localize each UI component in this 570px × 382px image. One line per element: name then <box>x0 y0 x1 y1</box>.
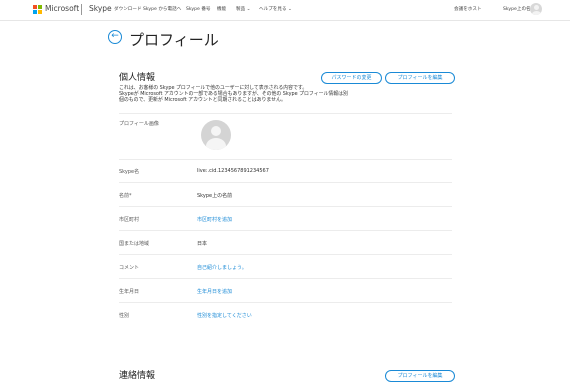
personal-info-heading: 個人情報 <box>119 73 156 83</box>
row-divider <box>119 230 452 231</box>
skype-name-label: Skype名 <box>119 169 140 175</box>
row-divider <box>119 302 452 303</box>
row-divider <box>119 254 452 255</box>
brand-separator <box>81 4 82 15</box>
edit-profile-button[interactable]: プロフィールを編集 <box>385 72 455 84</box>
add-birthday-link[interactable]: 生年月日を追加 <box>197 288 232 295</box>
row-divider <box>119 159 452 160</box>
skype-brand[interactable]: Skype <box>89 4 112 13</box>
host-meeting-link[interactable]: 会議をホスト <box>454 6 482 12</box>
row-divider <box>119 182 452 183</box>
nav-features[interactable]: 機能 <box>217 6 226 12</box>
nav-products[interactable]: 製品 ⌄ <box>236 6 251 12</box>
skype-name-value: live:.cid.1234567891234567 <box>197 168 269 174</box>
birthday-label: 生年月日 <box>119 289 140 295</box>
contact-info-heading: 連絡情報 <box>119 371 156 381</box>
add-city-link[interactable]: 市区町村を追加 <box>197 216 232 223</box>
nav-skype-number[interactable]: Skype 番号 <box>186 6 211 12</box>
name-label: 名前* <box>119 193 132 199</box>
top-navigation-bar: Microsoft Skype ダウンロード Skype から電話へ Skype… <box>0 0 570 21</box>
nav-skype-to-phone[interactable]: Skype から電話へ <box>143 6 181 12</box>
description-line: 個のもので、更新が Microsoft アカウントと同期されることはありません。 <box>119 97 286 104</box>
name-value: Skype上の名前 <box>197 193 233 199</box>
profile-picture-label: プロフィール画像 <box>119 121 159 127</box>
change-password-button[interactable]: パスワードの変更 <box>321 72 382 84</box>
country-value: 日本 <box>197 241 208 247</box>
city-label: 市区町村 <box>119 217 140 223</box>
account-avatar-icon[interactable] <box>530 3 542 15</box>
add-comment-link[interactable]: 自己紹介しましょう。 <box>197 264 247 271</box>
profile-picture-avatar-icon[interactable] <box>201 120 231 150</box>
microsoft-logo-icon[interactable] <box>33 5 42 14</box>
back-arrow-icon[interactable]: ← <box>108 30 122 44</box>
nav-help[interactable]: ヘルプを見る ⌄ <box>259 6 292 12</box>
personal-info-description: これは、お客様の Skype プロフィールで他のユーザーに対して表示される内容で… <box>119 85 459 104</box>
row-divider <box>119 206 452 207</box>
page-title: プロフィール <box>129 31 219 49</box>
gender-label: 性別 <box>119 313 130 319</box>
nav-download[interactable]: ダウンロード <box>114 6 142 12</box>
contact-edit-profile-button[interactable]: プロフィールを編集 <box>385 370 455 382</box>
comment-label: コメント <box>119 265 140 271</box>
microsoft-brand[interactable]: Microsoft <box>45 4 79 13</box>
specify-gender-link[interactable]: 性別を指定してください <box>197 312 252 319</box>
row-divider <box>119 278 452 279</box>
row-divider <box>119 113 452 114</box>
country-label: 国または地域 <box>119 241 150 247</box>
